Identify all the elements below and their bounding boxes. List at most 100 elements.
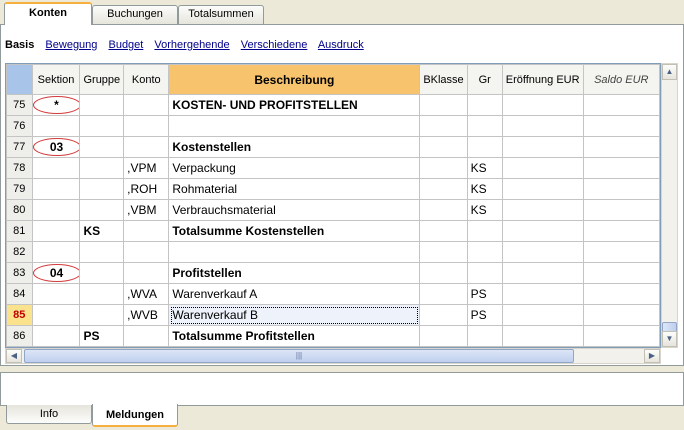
cell-gr[interactable]: PS	[466, 304, 503, 326]
cell-gr[interactable]: KS	[466, 157, 503, 179]
cell-saldo[interactable]	[582, 283, 660, 305]
cell-konto[interactable]: ,VPM	[123, 157, 170, 179]
view-vorhergehende-link[interactable]: Vorhergehende	[154, 39, 229, 51]
cell-konto[interactable]: ,VBM	[123, 199, 170, 221]
table-row[interactable]: 76	[6, 115, 660, 137]
cell-gruppe[interactable]	[79, 241, 125, 263]
row-number[interactable]: 80	[6, 199, 33, 221]
view-bewegung-link[interactable]: Bewegung	[45, 39, 97, 51]
vertical-scrollbar[interactable]: ▲ ▼	[661, 63, 678, 348]
view-ausdruck-link[interactable]: Ausdruck	[318, 39, 364, 51]
view-basis[interactable]: Basis	[5, 39, 34, 51]
cell-beschreibung[interactable]: Warenverkauf B	[168, 304, 421, 326]
table-row[interactable]: 82	[6, 241, 660, 263]
cell-gr[interactable]: KS	[466, 199, 503, 221]
cell-bklasse[interactable]	[419, 136, 468, 158]
cell-konto[interactable]	[123, 115, 170, 137]
cell-konto[interactable]	[123, 136, 170, 158]
cell-sektion[interactable]	[31, 283, 81, 305]
cell-bklasse[interactable]	[419, 262, 468, 284]
tab-konten[interactable]: Konten	[4, 2, 92, 25]
cell-eroeffnung[interactable]	[501, 94, 584, 116]
cell-saldo[interactable]	[582, 115, 660, 137]
col-header-sektion[interactable]: Sektion	[31, 64, 81, 95]
cell-gr[interactable]	[466, 262, 503, 284]
cell-sektion[interactable]	[31, 178, 81, 200]
accounts-grid[interactable]: Sektion Gruppe Konto Beschreibung BKlass…	[5, 63, 661, 348]
row-number[interactable]: 77	[6, 136, 33, 158]
cell-eroeffnung[interactable]	[501, 178, 584, 200]
cell-bklasse[interactable]	[419, 157, 468, 179]
cell-gr[interactable]	[466, 94, 503, 116]
cell-eroeffnung[interactable]	[501, 220, 584, 242]
cell-gruppe[interactable]	[79, 262, 125, 284]
cell-sektion[interactable]	[31, 304, 81, 326]
cell-gruppe[interactable]: PS	[79, 325, 125, 347]
cell-sektion[interactable]	[31, 199, 81, 221]
cell-saldo[interactable]	[582, 136, 660, 158]
col-header-gr[interactable]: Gr	[466, 64, 503, 95]
tab-totalsummen[interactable]: Totalsummen	[178, 5, 264, 24]
cell-bklasse[interactable]	[419, 115, 468, 137]
cell-gr[interactable]	[466, 115, 503, 137]
tab-buchungen[interactable]: Buchungen	[92, 5, 178, 24]
cell-konto[interactable]: ,WVB	[123, 304, 170, 326]
cell-eroeffnung[interactable]	[501, 115, 584, 137]
cell-konto[interactable]: ,WVA	[123, 283, 170, 305]
cell-eroeffnung[interactable]	[501, 199, 584, 221]
table-row[interactable]: 85 ,WVB Warenverkauf B PS	[6, 304, 660, 326]
cell-konto[interactable]: ,ROH	[123, 178, 170, 200]
cell-beschreibung[interactable]: Totalsumme Profitstellen	[168, 325, 421, 347]
col-header-saldo[interactable]: Saldo EUR	[582, 64, 660, 95]
cell-saldo[interactable]	[582, 241, 660, 263]
cell-gruppe[interactable]	[79, 283, 125, 305]
cell-bklasse[interactable]	[419, 325, 468, 347]
cell-bklasse[interactable]	[419, 94, 468, 116]
row-number[interactable]: 83	[6, 262, 33, 284]
row-number[interactable]: 86	[6, 325, 33, 347]
cell-gr[interactable]	[466, 220, 503, 242]
cell-eroeffnung[interactable]	[501, 136, 584, 158]
tab-meldungen[interactable]: Meldungen	[92, 404, 178, 427]
cell-saldo[interactable]	[582, 157, 660, 179]
table-row[interactable]: 79 ,ROH Rohmaterial KS	[6, 178, 660, 200]
scroll-up-arrow-icon[interactable]: ▲	[662, 64, 677, 80]
cell-sektion[interactable]	[31, 115, 81, 137]
cell-beschreibung[interactable]: Profitstellen	[168, 262, 421, 284]
cell-beschreibung[interactable]: KOSTEN- UND PROFITSTELLEN	[168, 94, 421, 116]
cell-gruppe[interactable]	[79, 304, 125, 326]
cell-sektion[interactable]: 03	[31, 136, 81, 158]
table-row[interactable]: 78 ,VPM Verpackung KS	[6, 157, 660, 179]
cell-gr[interactable]: PS	[466, 283, 503, 305]
cell-bklasse[interactable]	[419, 304, 468, 326]
cell-beschreibung[interactable]: Totalsumme Kostenstellen	[168, 220, 421, 242]
cell-sektion[interactable]	[31, 220, 81, 242]
cell-saldo[interactable]	[582, 325, 660, 347]
scroll-right-arrow-icon[interactable]: ▶	[644, 349, 660, 363]
row-number[interactable]: 84	[6, 283, 33, 305]
cell-bklasse[interactable]	[419, 220, 468, 242]
cell-gruppe[interactable]	[79, 136, 125, 158]
scroll-left-arrow-icon[interactable]: ◀	[6, 349, 22, 363]
cell-eroeffnung[interactable]	[501, 304, 584, 326]
tab-info[interactable]: Info	[6, 405, 92, 424]
cell-eroeffnung[interactable]	[501, 262, 584, 284]
cell-gruppe[interactable]: KS	[79, 220, 125, 242]
view-budget-link[interactable]: Budget	[108, 39, 143, 51]
view-verschiedene-link[interactable]: Verschiedene	[241, 39, 308, 51]
cell-bklasse[interactable]	[419, 283, 468, 305]
row-number[interactable]: 79	[6, 178, 33, 200]
cell-sektion[interactable]	[31, 157, 81, 179]
cell-beschreibung[interactable]	[168, 241, 421, 263]
cell-konto[interactable]	[123, 94, 170, 116]
row-number[interactable]: 81	[6, 220, 33, 242]
cell-gr[interactable]	[466, 136, 503, 158]
cell-gruppe[interactable]	[79, 157, 125, 179]
col-header-beschreibung[interactable]: Beschreibung	[168, 64, 421, 95]
cell-beschreibung[interactable]	[168, 115, 421, 137]
cell-beschreibung[interactable]: Rohmaterial	[168, 178, 421, 200]
cell-eroeffnung[interactable]	[501, 241, 584, 263]
cell-bklasse[interactable]	[419, 178, 468, 200]
cell-sektion[interactable]	[31, 241, 81, 263]
cell-konto[interactable]	[123, 220, 170, 242]
